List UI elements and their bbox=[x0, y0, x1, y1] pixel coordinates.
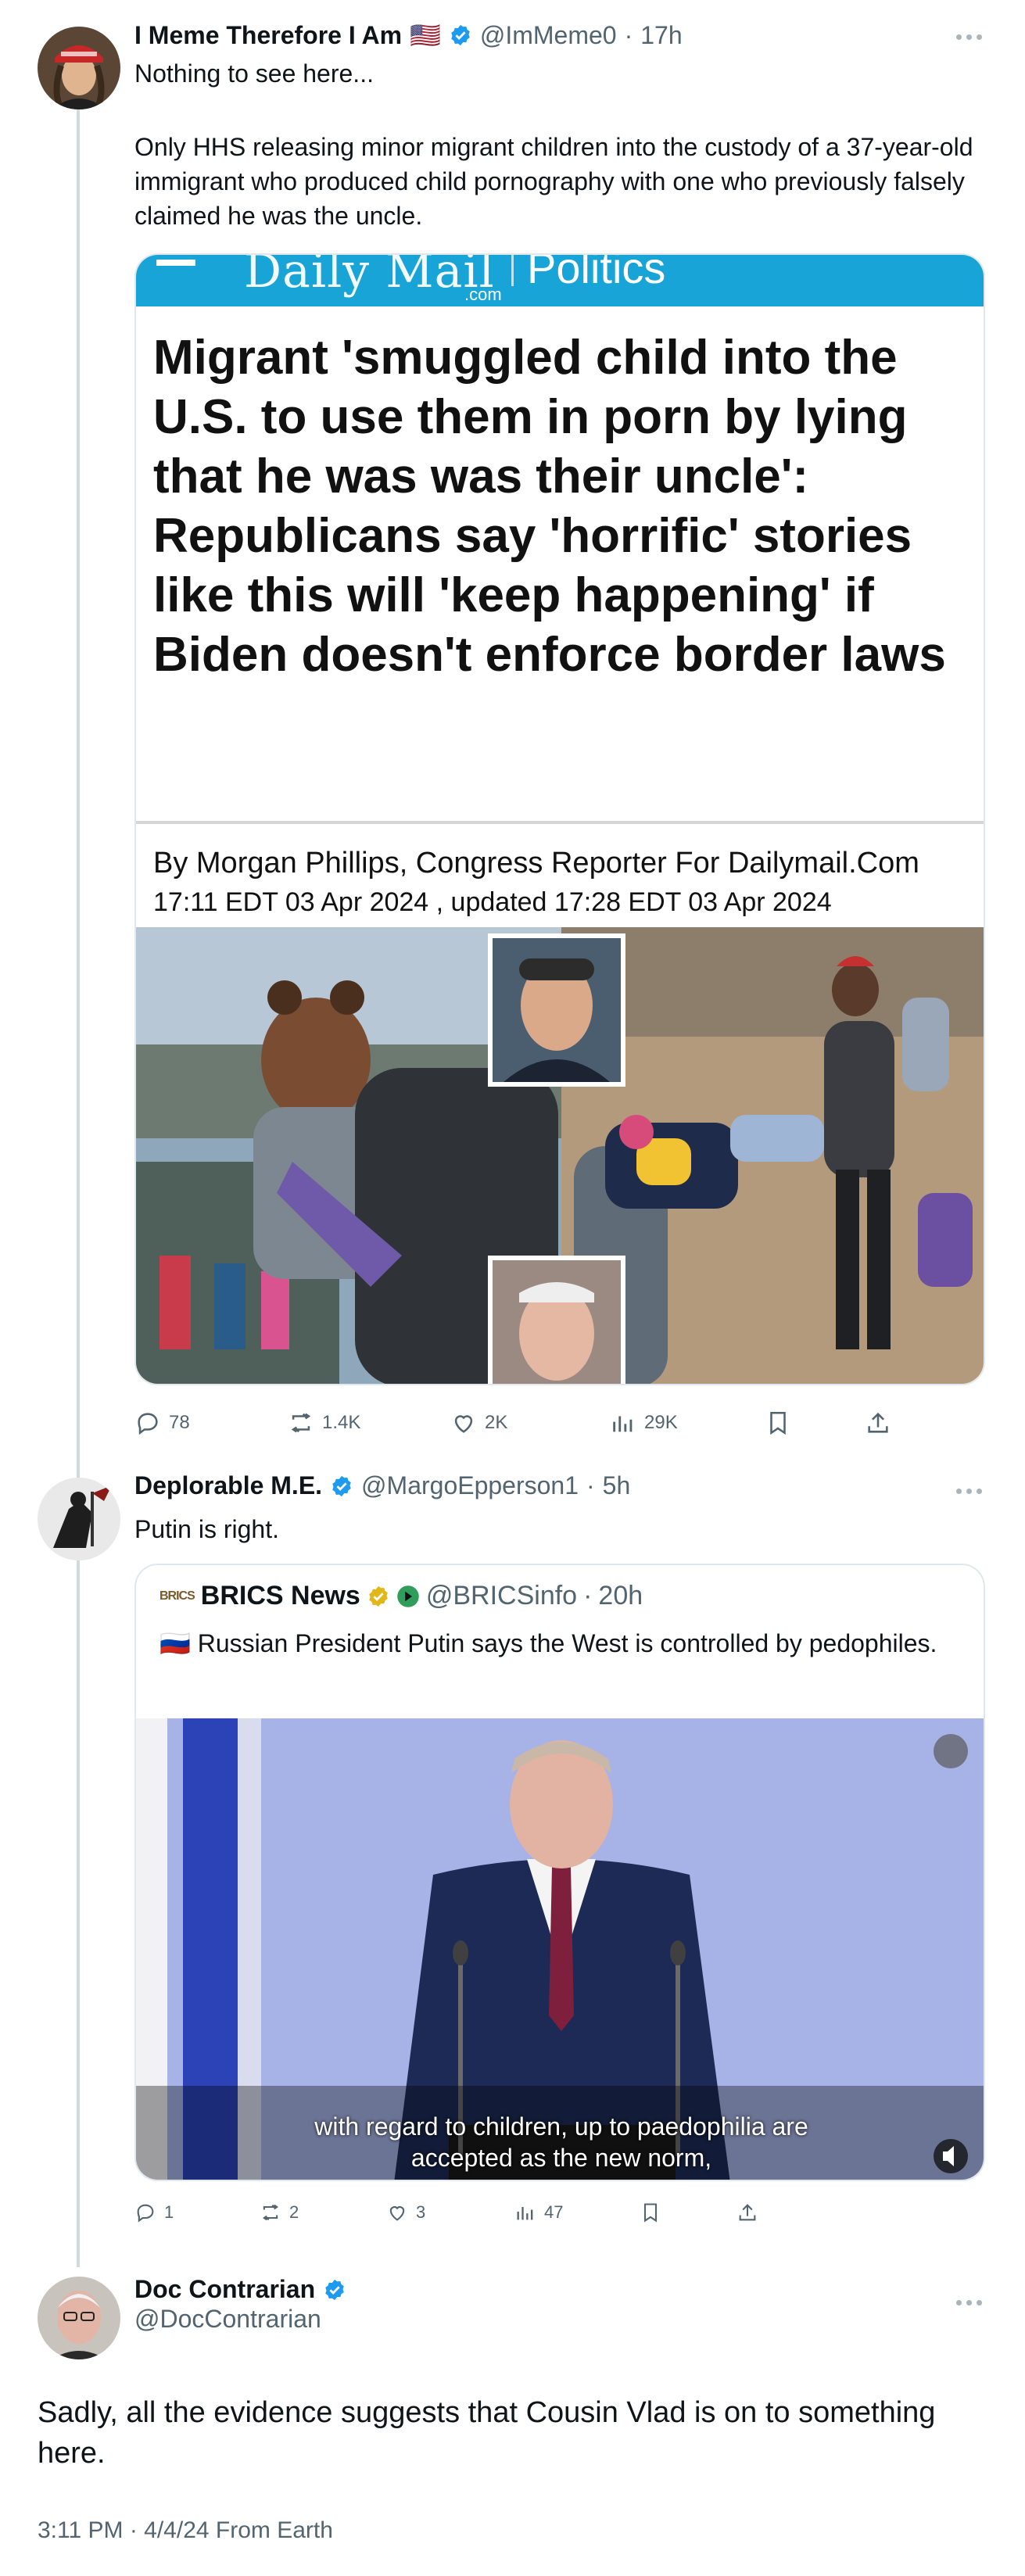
share-button[interactable] bbox=[736, 2202, 758, 2223]
bookmark-button[interactable] bbox=[765, 1410, 791, 1436]
more-options-icon[interactable] bbox=[956, 33, 984, 41]
article-screenshot[interactable]: Daily Mail .com Politics Migrant 'smuggl… bbox=[134, 253, 985, 1385]
views-button[interactable]: 29K bbox=[610, 1410, 678, 1436]
brics-logo: BRICS bbox=[159, 1589, 195, 1603]
gold-verified-badge-icon bbox=[369, 1585, 388, 1607]
reply-count: 78 bbox=[169, 1412, 190, 1433]
post-actions: 78 1.4K 2K 29K bbox=[134, 1407, 985, 1438]
avatar-image bbox=[38, 1478, 120, 1560]
quoted-author-name[interactable]: BRICS News bbox=[201, 1581, 360, 1611]
reply-icon bbox=[137, 2204, 154, 2223]
post-time[interactable]: 5h bbox=[603, 1471, 631, 1500]
quoted-post-header: BRICS BRICS News @BRICSinfo · 20h bbox=[159, 1581, 643, 1611]
reply-icon bbox=[138, 1413, 158, 1435]
more-options-icon[interactable] bbox=[956, 2298, 984, 2306]
post-text-body: Only HHS releasing minor migrant childre… bbox=[134, 133, 973, 230]
repost-count: 2 bbox=[289, 2202, 299, 2222]
bookmark-icon bbox=[770, 1411, 786, 1435]
views-button[interactable]: 47 bbox=[514, 2202, 563, 2223]
avatar[interactable] bbox=[38, 2277, 120, 2359]
post-text-line: Nothing to see here... bbox=[134, 59, 374, 88]
separator-dot: · bbox=[586, 1471, 595, 1499]
post-header: Doc Contrarian bbox=[134, 2275, 346, 2304]
views-icon bbox=[517, 2207, 533, 2220]
verified-badge-icon bbox=[451, 24, 470, 46]
bookmark-button[interactable] bbox=[640, 2202, 661, 2223]
video-caption: with regard to children, up to paedophil… bbox=[136, 2111, 984, 2173]
quoted-post-body: Russian President Putin says the West is… bbox=[197, 1629, 937, 1657]
quoted-post-time[interactable]: 20h bbox=[598, 1581, 643, 1611]
quoted-author-handle[interactable]: @BRICSinfo bbox=[426, 1581, 577, 1611]
article-dateline: 17:11 EDT 03 Apr 2024 , updated 17:28 ED… bbox=[153, 887, 832, 917]
masthead-com: .com bbox=[464, 285, 502, 304]
repost-count: 1.4K bbox=[322, 1412, 361, 1433]
article-headline: Migrant 'smuggled child into the U.S. to… bbox=[136, 306, 984, 824]
article-photo-collage bbox=[136, 927, 984, 1384]
bookmark-icon bbox=[643, 2203, 658, 2223]
post-text: Putin is right. bbox=[134, 1515, 279, 1543]
reply-button[interactable]: 78 bbox=[134, 1410, 190, 1436]
post-header: Deplorable M.E. @MargoEpperson1 · 5h bbox=[134, 1471, 630, 1500]
views-count: 47 bbox=[544, 2202, 564, 2222]
repost-icon bbox=[291, 1413, 311, 1433]
avatar[interactable] bbox=[38, 1478, 120, 1560]
thread-connector-line bbox=[77, 109, 80, 2267]
share-button[interactable] bbox=[865, 1410, 891, 1436]
dailymail-masthead: Daily Mail .com Politics bbox=[136, 255, 984, 306]
russia-flag-emoji: 🇷🇺 bbox=[159, 1629, 191, 1657]
heart-icon bbox=[454, 1415, 473, 1433]
separator-dot: · bbox=[624, 20, 633, 49]
separator-dot: · bbox=[583, 1581, 593, 1610]
heart-icon bbox=[389, 2206, 405, 2221]
flag-emoji: 🇺🇸 bbox=[410, 21, 441, 49]
post-text: Sadly, all the evidence suggests that Co… bbox=[38, 2396, 936, 2470]
like-button[interactable]: 3 bbox=[386, 2202, 425, 2223]
affiliate-badge-icon bbox=[397, 1585, 419, 1607]
video-player[interactable]: with regard to children, up to paedophil… bbox=[136, 1718, 984, 2180]
avatar[interactable] bbox=[38, 27, 120, 109]
post-timestamp[interactable]: 3:11 PM · 4/4/24 From Earth bbox=[38, 2517, 333, 2544]
masthead-divider bbox=[511, 255, 514, 286]
avatar-image bbox=[38, 2277, 120, 2359]
avatar-image bbox=[38, 27, 120, 109]
like-button[interactable]: 2K bbox=[450, 1410, 507, 1436]
post-time[interactable]: 17h bbox=[640, 21, 682, 50]
author-handle[interactable]: @DocContrarian bbox=[134, 2305, 321, 2334]
views-icon bbox=[613, 1416, 633, 1432]
reply-count: 1 bbox=[164, 2202, 174, 2222]
quoted-post-text: 🇷🇺 Russian President Putin says the West… bbox=[159, 1626, 941, 1661]
author-name[interactable]: I Meme Therefore I Am bbox=[134, 21, 402, 50]
reply-button[interactable]: 1 bbox=[134, 2202, 174, 2223]
repost-button[interactable]: 2 bbox=[260, 2202, 299, 2223]
post-actions: 1 2 3 47 bbox=[134, 2198, 985, 2227]
masthead-title: Daily Mail bbox=[244, 255, 495, 299]
quoted-post[interactable]: BRICS BRICS News @BRICSinfo · 20h 🇷🇺 Rus… bbox=[134, 1564, 985, 2181]
like-count: 2K bbox=[485, 1412, 508, 1433]
repost-button[interactable]: 1.4K bbox=[288, 1410, 360, 1436]
article-byline: By Morgan Phillips, Congress Reporter Fo… bbox=[153, 847, 919, 880]
author-handle[interactable]: @ImMeme0 bbox=[480, 21, 617, 50]
menu-icon bbox=[156, 260, 195, 266]
post-header: I Meme Therefore I Am 🇺🇸 @ImMeme0 · 17h bbox=[134, 20, 683, 50]
share-icon bbox=[868, 1412, 888, 1433]
author-handle[interactable]: @MargoEpperson1 bbox=[361, 1471, 579, 1500]
repost-icon bbox=[262, 2204, 279, 2221]
masthead-section: Politics bbox=[527, 255, 666, 292]
views-count: 29K bbox=[644, 1412, 678, 1433]
like-count: 3 bbox=[416, 2202, 426, 2222]
verified-badge-icon bbox=[325, 2279, 344, 2300]
author-name[interactable]: Deplorable M.E. bbox=[134, 1471, 322, 1500]
caption-line-2: accepted as the new norm, bbox=[410, 2144, 712, 2172]
verified-badge-icon bbox=[332, 1475, 351, 1496]
caption-line-1: with regard to children, up to paedophil… bbox=[314, 2112, 808, 2141]
more-options-icon[interactable] bbox=[956, 1487, 984, 1495]
share-icon bbox=[739, 2204, 756, 2221]
author-name[interactable]: Doc Contrarian bbox=[134, 2275, 315, 2304]
